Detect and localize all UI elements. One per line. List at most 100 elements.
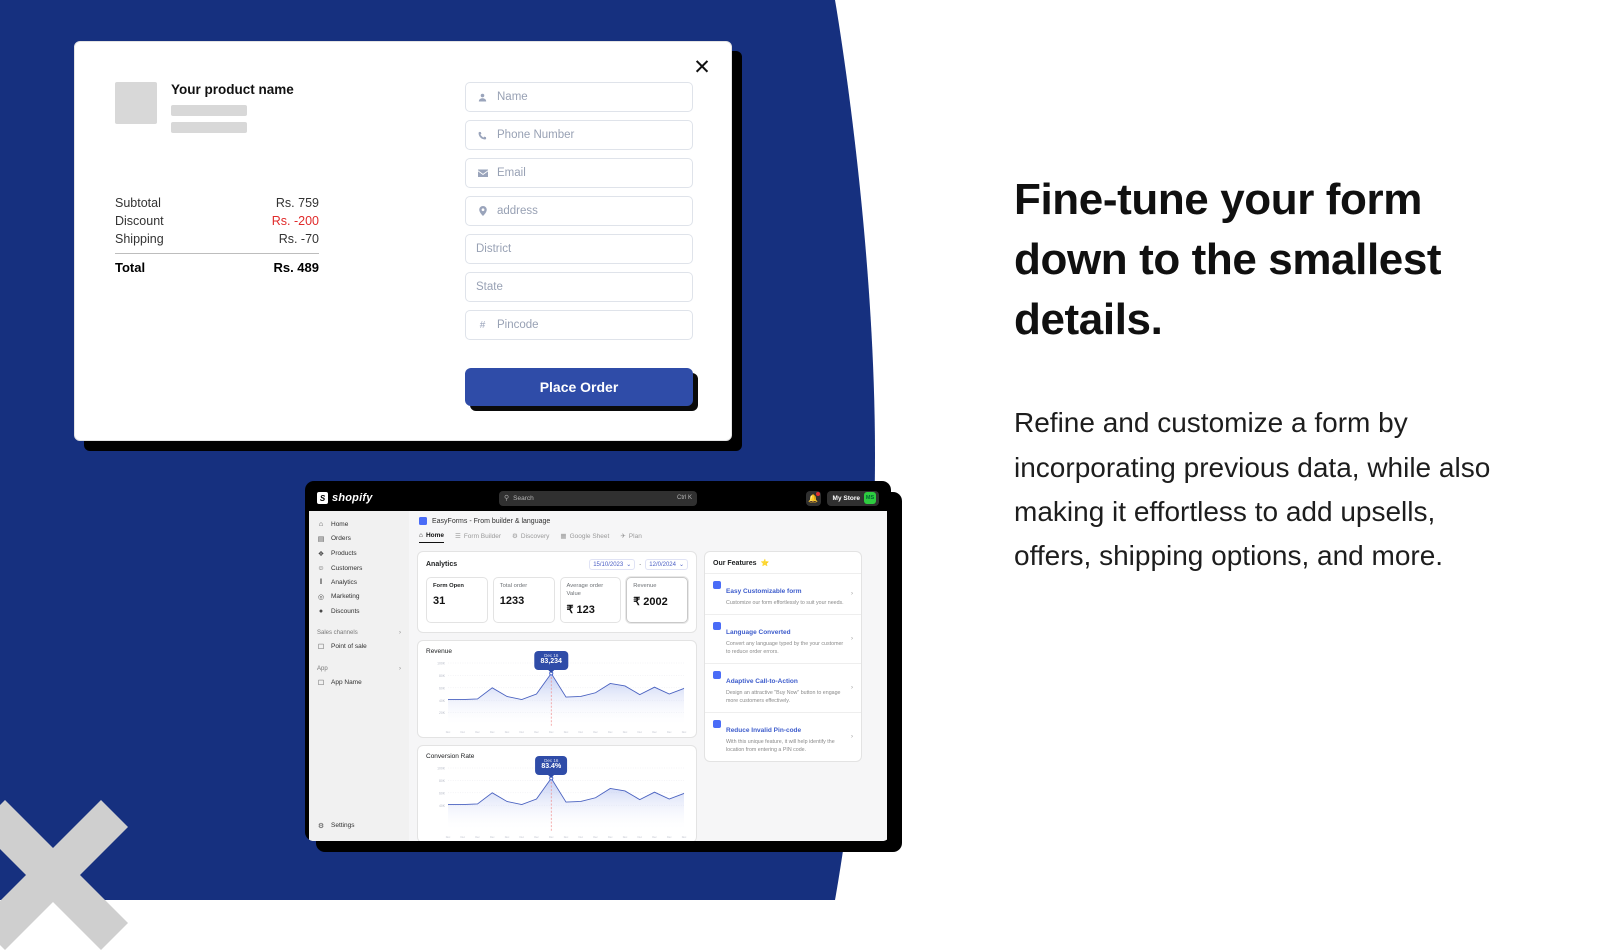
date-from-value: 15/10/2023 [593,561,624,568]
chevron-right-icon: › [399,665,401,672]
tab-form-builder[interactable]: ☰ Form Builder [455,532,501,543]
svg-text:Dec: Dec [578,730,583,734]
date-to-chip[interactable]: 12/0/2024 ⌄ [645,559,688,570]
sidebar-item-label: Orders [331,535,351,542]
analytics-panel: Analytics 15/10/2023 ⌄ - 12/0/2024 ⌄ For… [417,551,697,633]
sidebar-item-orders[interactable]: ▤ Orders [309,531,409,546]
feature-text: Easy Customizable form Customize our for… [726,580,846,608]
order-summary-column: Your product name Subtotal Rs. 759 Disco… [115,82,425,406]
total-label: Subtotal [115,196,161,210]
svg-text:Dec: Dec [564,835,569,839]
district-field[interactable]: District [465,234,693,264]
svg-text:Dec: Dec [623,835,628,839]
email-field[interactable]: Email [465,158,693,188]
chevron-down-icon: ⌄ [678,562,684,568]
sidebar-group-app[interactable]: App › [309,662,409,675]
document-icon [713,581,721,589]
date-range-picker: 15/10/2023 ⌄ - 12/0/2024 ⌄ [589,559,688,570]
marketing-body: Refine and customize a form by incorpora… [1014,407,1491,572]
analytics-title: Analytics [426,561,458,568]
decorative-x-icon [0,800,128,950]
admin-main-content: EasyForms - From builder & language ⌂ Ho… [409,511,887,841]
close-icon[interactable]: ✕ [689,54,715,80]
state-field[interactable]: State [465,272,693,302]
sidebar-item-settings[interactable]: ⚙ Settings [309,818,363,833]
tooltip-value: 83,234 [540,658,562,666]
sidebar-item-marketing[interactable]: ◎ Marketing [309,589,409,604]
total-label: Shipping [115,232,164,246]
gear-icon: ⚙ [512,533,518,540]
feature-item-language-converted[interactable]: Language Converted Convert any language … [705,613,861,663]
sidebar-item-label: Marketing [331,593,360,600]
stat-card-total-order: Total order 1233 [492,577,555,623]
sidebar-item-analytics[interactable]: ‖ Analytics [309,575,409,589]
feature-description: With this unique feature, it will help i… [726,738,835,753]
svg-text:Dec: Dec [460,730,465,734]
pincode-field[interactable]: # Pincode [465,310,693,340]
rocket-icon: ✈ [620,533,626,540]
svg-text:Dec: Dec [534,835,539,839]
total-row: Discount Rs. -200 [115,212,319,230]
sidebar-group-label: App [317,665,328,672]
feature-item-adaptive-call-to-action[interactable]: Adaptive Call-to-Action Design an attrac… [705,662,861,712]
phone-field[interactable]: Phone Number [465,120,693,150]
svg-text:Dec: Dec [608,835,613,839]
svg-text:Dec: Dec [519,730,524,734]
sidebar-item-app-name[interactable]: ☐ App Name [309,675,409,690]
svg-text:Dec: Dec [623,730,628,734]
tab-home[interactable]: ⌂ Home [419,532,444,543]
sidebar-group-sales-channels[interactable]: Sales channels › [309,626,409,639]
tab-google-sheet[interactable]: ▦ Google Sheet [560,532,609,543]
products-icon: ❖ [317,550,325,558]
stat-cards: Form Open 31 Total order 1233 Average or… [426,577,688,623]
total-amount: Rs. -70 [278,232,319,246]
sidebar-item-label: Point of sale [331,643,367,650]
feature-item-reduce-invalid-pin-code[interactable]: Reduce Invalid Pin-code With this unique… [705,711,861,761]
gear-icon: ⚙ [317,822,325,830]
location-pin-icon [476,206,489,216]
feature-description: Design an attractive "Buy Now" button to… [726,689,841,704]
address-field[interactable]: address [465,196,693,226]
total-row: Subtotal Rs. 759 [115,194,319,212]
svg-text:Dec: Dec [637,835,642,839]
product-placeholder-line-2 [171,122,247,133]
feature-item-easy-customizable-form[interactable]: Easy Customizable form Customize our for… [705,573,861,614]
features-header: Our Features ⭐ [705,552,861,573]
tab-plan[interactable]: ✈ Plan [620,532,641,543]
svg-text:40K: 40K [439,803,446,807]
page-title: Fine-tune your form down to the smallest… [1014,175,1442,344]
sidebar-item-discounts[interactable]: ● Discounts [309,604,409,618]
orders-icon: ▤ [317,535,325,543]
tab-label: Form Builder [463,532,502,540]
shopify-logo: S shopify [317,492,373,504]
svg-text:100K: 100K [437,766,446,770]
total-amount: Rs. 489 [273,260,319,275]
name-field[interactable]: Name [465,82,693,112]
avatar: MS [864,492,876,504]
app-icon: ☐ [317,679,325,687]
sidebar-item-products[interactable]: ❖ Products [309,546,409,561]
sidebar-item-point-of-sale[interactable]: ☐ Point of sale [309,639,409,654]
feature-description: Customize our form effortlessly to suit … [726,600,844,606]
svg-text:Dec: Dec [446,730,451,734]
sidebar-item-home[interactable]: ⌂ Home [309,517,409,531]
place-order-button[interactable]: Place Order [465,368,693,406]
bell-icon[interactable]: 🔔 [805,490,821,506]
date-from-chip[interactable]: 15/10/2023 ⌄ [589,559,636,570]
total-amount: Rs. 759 [275,196,319,210]
sidebar-item-label: Discounts [331,607,360,615]
tab-discovery[interactable]: ⚙ Discovery [512,532,549,543]
conversion-chart-tooltip: Dec 16 83.4% [535,755,568,775]
svg-text:Dec: Dec [460,835,465,839]
topbar-right-group: 🔔 My Store MS [805,490,879,506]
phone-icon [476,131,489,140]
sidebar-item-customers[interactable]: ☺ Customers [309,561,409,575]
feature-name: Reduce Invalid Pin-code [726,726,802,734]
feature-name: Easy Customizable form [726,588,802,595]
discounts-icon: ● [318,607,324,615]
product-row: Your product name [115,82,425,139]
search-input[interactable]: ⚲ Search Ctrl K [499,490,697,506]
tab-label: Google Sheet [569,532,610,540]
stat-value: 1233 [499,594,525,607]
store-switcher[interactable]: My Store MS [826,490,879,506]
